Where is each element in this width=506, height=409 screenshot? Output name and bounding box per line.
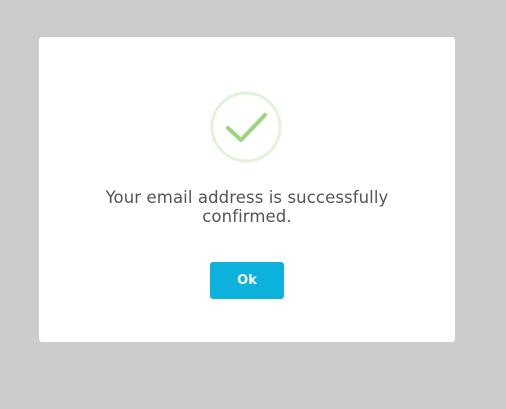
checkmark-icon xyxy=(210,91,282,163)
ok-button[interactable]: Ok xyxy=(210,262,284,299)
confirmation-dialog: Your email address is successfully confi… xyxy=(39,37,455,342)
success-ring xyxy=(210,91,282,163)
success-check xyxy=(226,113,267,142)
confirmation-message: Your email address is successfully confi… xyxy=(105,188,389,226)
